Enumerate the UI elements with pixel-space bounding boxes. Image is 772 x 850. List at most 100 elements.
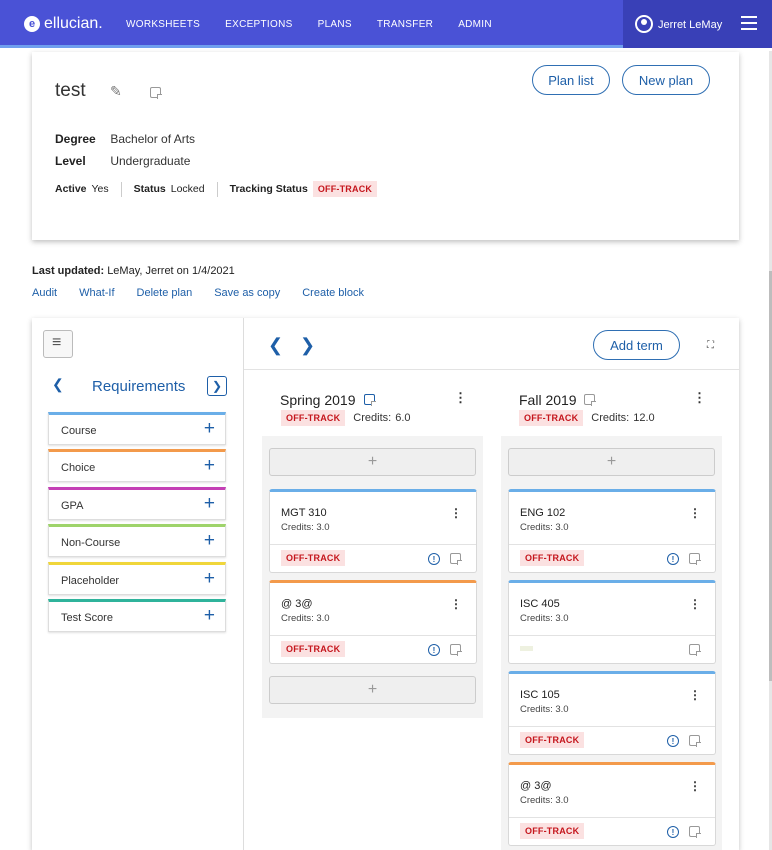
add-course-slot[interactable]: +	[508, 448, 715, 476]
term-options-icon[interactable]: ⋮	[693, 391, 706, 404]
brand-name: ellucian.	[44, 15, 103, 32]
term-name: Fall 2019	[519, 392, 577, 408]
add-course-slot[interactable]: +	[269, 676, 476, 704]
nav-transfer[interactable]: TRANSFER	[377, 19, 433, 30]
edit-pencil-icon[interactable]: ✎	[110, 83, 122, 100]
info-icon[interactable]: !	[667, 553, 679, 565]
requirements-next-icon[interactable]: ❯	[207, 376, 227, 396]
terms-prev-icon[interactable]: ❮	[268, 335, 283, 356]
add-icon[interactable]: +	[204, 530, 215, 552]
course-credits: Credits: 3.0	[281, 522, 330, 533]
course-card-isc-105[interactable]: ISC 105 Credits: 3.0 ⋮ OFF-TRACK !	[508, 671, 716, 755]
course-status-badge: OFF-TRACK	[281, 641, 346, 657]
term-status-row: OFF-TRACK Credits: 12.0	[519, 410, 655, 426]
top-nav: e ellucian. WORKSHEETS EXCEPTIONS PLANS …	[0, 0, 772, 48]
delete-plan-link[interactable]: Delete plan	[137, 287, 193, 299]
board-divider	[244, 369, 739, 370]
course-note-icon[interactable]	[450, 553, 462, 565]
course-note-icon[interactable]	[450, 644, 462, 656]
course-status-badge: OFF-TRACK	[520, 823, 585, 839]
new-plan-button[interactable]: New plan	[622, 65, 710, 95]
add-course-slot[interactable]: +	[269, 448, 476, 476]
course-card-at-3[interactable]: @ 3@ Credits: 3.0 ⋮ OFF-TRACK !	[508, 762, 716, 846]
nav-worksheets[interactable]: WORKSHEETS	[126, 19, 200, 30]
add-icon[interactable]: +	[204, 455, 215, 477]
info-icon[interactable]: !	[428, 553, 440, 565]
degree-row: Degree Bachelor of Arts	[55, 132, 195, 146]
term-note-icon[interactable]	[584, 394, 596, 406]
course-options-icon[interactable]: ⋮	[450, 597, 462, 611]
nav-admin[interactable]: ADMIN	[458, 19, 492, 30]
tracking-status-label: Tracking Status	[229, 183, 308, 195]
info-icon[interactable]: !	[428, 644, 440, 656]
requirement-item-non-course[interactable]: Non-Course +	[48, 524, 226, 557]
course-options-icon[interactable]: ⋮	[450, 506, 462, 520]
requirement-item-test-score[interactable]: Test Score +	[48, 599, 226, 632]
save-as-copy-link[interactable]: Save as copy	[214, 287, 280, 299]
course-options-icon[interactable]: ⋮	[689, 779, 701, 793]
requirement-label: Course	[61, 425, 97, 437]
add-icon[interactable]: +	[204, 568, 215, 590]
requirement-item-course[interactable]: Course +	[48, 412, 226, 445]
term-credits-label: Credits:	[353, 412, 392, 424]
add-icon[interactable]: +	[204, 418, 215, 440]
course-name: @ 3@	[281, 598, 313, 610]
course-note-icon[interactable]	[689, 644, 701, 656]
course-options-icon[interactable]: ⋮	[689, 688, 701, 702]
course-card-isc-405[interactable]: ISC 405 Credits: 3.0 ⋮	[508, 580, 716, 664]
plan-list-button[interactable]: Plan list	[532, 65, 610, 95]
course-credits: Credits: 3.0	[520, 613, 569, 624]
course-options-icon[interactable]: ⋮	[689, 506, 701, 520]
course-name: MGT 310	[281, 507, 327, 519]
course-name: @ 3@	[520, 780, 552, 792]
course-note-icon[interactable]	[689, 826, 701, 838]
requirement-label: Test Score	[61, 612, 113, 624]
course-note-icon[interactable]	[689, 735, 701, 747]
requirement-item-choice[interactable]: Choice +	[48, 449, 226, 482]
course-card-eng-102[interactable]: ENG 102 Credits: 3.0 ⋮ OFF-TRACK !	[508, 489, 716, 573]
requirement-item-placeholder[interactable]: Placeholder +	[48, 562, 226, 595]
requirements-prev-icon[interactable]: ❮	[52, 376, 64, 393]
tracking-status-badge: OFF-TRACK	[312, 181, 378, 197]
panel-menu-button[interactable]	[43, 330, 73, 358]
add-icon[interactable]: +	[204, 605, 215, 627]
info-icon[interactable]: !	[667, 826, 679, 838]
term-status-badge: OFF-TRACK	[281, 410, 346, 426]
nav-plans[interactable]: PLANS	[318, 19, 352, 30]
term-header-fall-2019: Fall 2019	[519, 392, 577, 410]
nav-exceptions[interactable]: EXCEPTIONS	[225, 19, 292, 30]
hamburger-menu-icon[interactable]	[741, 16, 757, 30]
course-options-icon[interactable]: ⋮	[689, 597, 701, 611]
term-credits-value: 6.0	[395, 412, 411, 424]
term-credits-label: Credits:	[591, 412, 630, 424]
course-status-badge	[520, 646, 533, 651]
avatar-icon	[635, 15, 653, 33]
note-icon[interactable]	[150, 87, 162, 99]
audit-link[interactable]: Audit	[32, 287, 57, 299]
user-name: Jerret LeMay	[658, 19, 723, 31]
term-note-icon[interactable]	[364, 394, 376, 406]
term-options-icon[interactable]: ⋮	[454, 391, 467, 404]
course-card-at-3[interactable]: @ 3@ Credits: 3.0 ⋮ OFF-TRACK !	[269, 580, 477, 664]
add-term-button[interactable]: Add term	[593, 330, 680, 360]
info-icon[interactable]: !	[667, 735, 679, 747]
plan-title: test	[55, 80, 86, 101]
expand-icon[interactable]: ⛶	[707, 340, 714, 351]
meta-divider	[216, 181, 218, 197]
course-status-badge: OFF-TRACK	[281, 550, 346, 566]
create-block-link[interactable]: Create block	[302, 287, 364, 299]
course-card-divider	[270, 635, 476, 636]
what-if-link[interactable]: What-If	[79, 287, 114, 299]
plan-actions: Audit What-If Delete plan Save as copy C…	[32, 287, 386, 299]
level-row: Level Undergraduate	[55, 154, 190, 168]
terms-next-icon[interactable]: ❯	[300, 335, 315, 356]
course-note-icon[interactable]	[689, 553, 701, 565]
term-credits-value: 12.0	[633, 412, 655, 424]
course-card-divider	[509, 817, 715, 818]
course-card-mgt-310[interactable]: MGT 310 Credits: 3.0 ⋮ OFF-TRACK !	[269, 489, 477, 573]
user-menu[interactable]: Jerret LeMay	[623, 0, 772, 48]
requirement-item-gpa[interactable]: GPA +	[48, 487, 226, 520]
add-icon[interactable]: +	[204, 493, 215, 515]
ellucian-logo[interactable]: e ellucian.	[24, 15, 103, 33]
requirements-panel: ❮ Requirements ❯ Course + Choice + GPA +…	[32, 318, 244, 850]
